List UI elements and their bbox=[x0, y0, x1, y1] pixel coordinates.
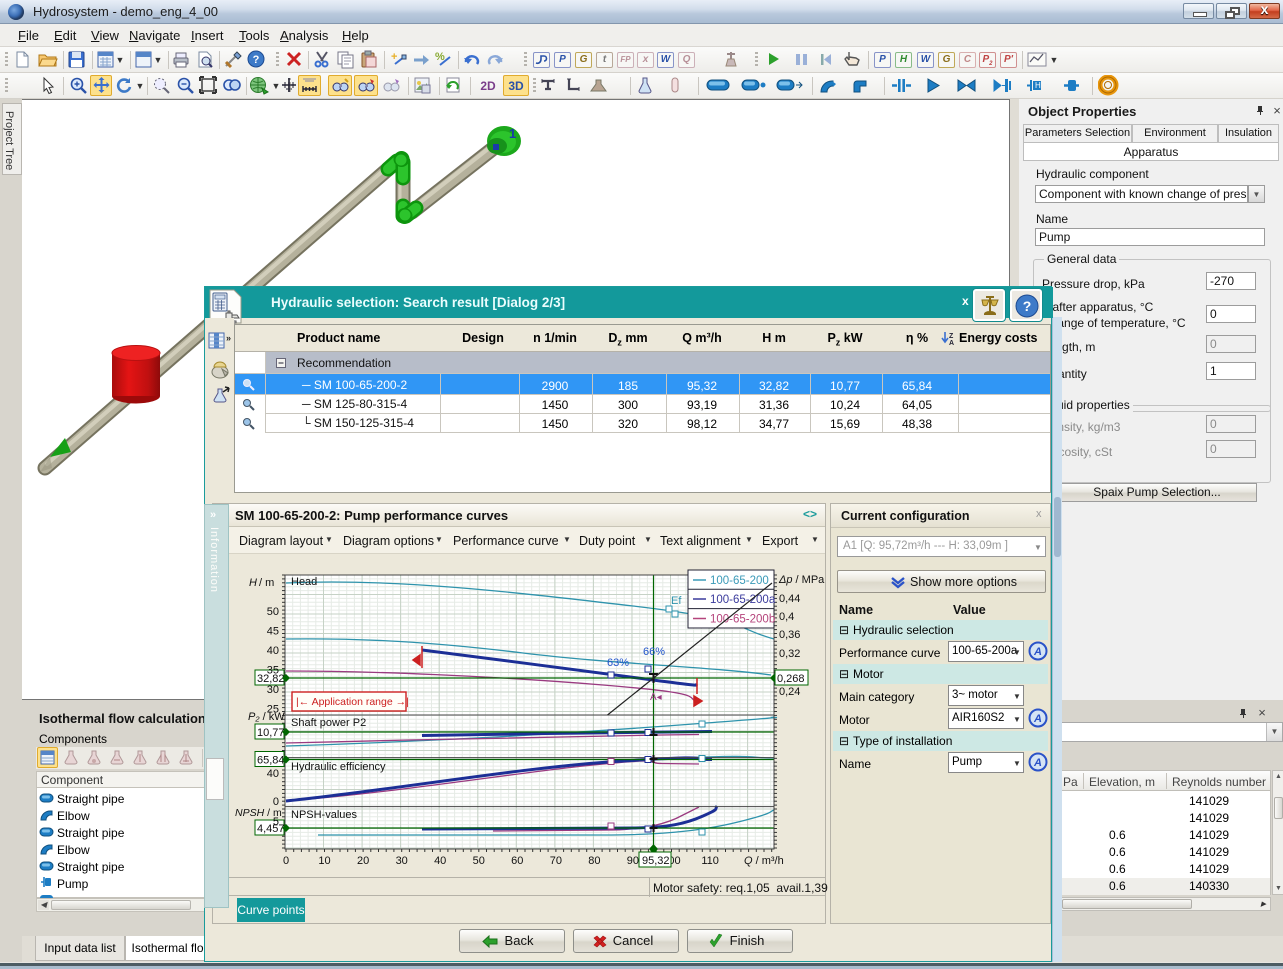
svg-text:H: H bbox=[249, 577, 257, 589]
svg-text:Z: Z bbox=[949, 333, 954, 340]
svg-text:0,4: 0,4 bbox=[779, 611, 794, 623]
svg-text:0,268: 0,268 bbox=[777, 673, 805, 685]
svg-text:50: 50 bbox=[267, 606, 279, 618]
svg-text:10: 10 bbox=[318, 855, 330, 867]
svg-text:NPSH / m: NPSH / m bbox=[235, 807, 282, 819]
svg-text:?: ? bbox=[253, 54, 260, 66]
svg-text:A: A bbox=[949, 340, 954, 346]
svg-text:30: 30 bbox=[267, 684, 279, 696]
svg-text:Ef: Ef bbox=[671, 595, 682, 607]
svg-text:65,84: 65,84 bbox=[257, 755, 285, 767]
svg-text:90: 90 bbox=[627, 855, 639, 867]
svg-text:100-65-200: 100-65-200 bbox=[710, 575, 769, 587]
svg-text:A: A bbox=[1033, 757, 1042, 769]
svg-text:66%: 66% bbox=[643, 646, 665, 658]
svg-text:35: 35 bbox=[267, 665, 279, 677]
svg-text:Δp / MPa: Δp / MPa bbox=[778, 574, 825, 586]
svg-text:?: ? bbox=[1023, 298, 1032, 314]
svg-text:10,77: 10,77 bbox=[257, 727, 285, 739]
svg-text:80: 80 bbox=[588, 855, 600, 867]
svg-text:Shaft power P2: Shaft power P2 bbox=[291, 717, 366, 729]
svg-text:A◂: A◂ bbox=[650, 692, 662, 703]
svg-text:1: 1 bbox=[509, 126, 516, 141]
svg-text:20: 20 bbox=[357, 855, 369, 867]
svg-text:110: 110 bbox=[701, 855, 719, 867]
svg-text:50: 50 bbox=[473, 855, 485, 867]
svg-text:H: H bbox=[1035, 81, 1041, 90]
svg-text:0,44: 0,44 bbox=[779, 593, 800, 605]
svg-text:Q / m³/h: Q / m³/h bbox=[744, 855, 784, 867]
svg-text:0,24: 0,24 bbox=[779, 686, 800, 698]
svg-text:70: 70 bbox=[550, 855, 562, 867]
svg-text:45: 45 bbox=[267, 626, 279, 638]
svg-text:A: A bbox=[1033, 713, 1042, 725]
svg-text:60: 60 bbox=[511, 855, 523, 867]
svg-text:0,32: 0,32 bbox=[779, 648, 800, 660]
svg-text:0: 0 bbox=[283, 855, 289, 867]
svg-text:95,32: 95,32 bbox=[642, 855, 670, 867]
svg-text:100-65-200a: 100-65-200a bbox=[710, 594, 776, 606]
svg-text:40: 40 bbox=[267, 768, 279, 780]
svg-text:|← Application range →|: |← Application range →| bbox=[296, 696, 409, 708]
svg-text:30: 30 bbox=[396, 855, 408, 867]
svg-text:63%: 63% bbox=[607, 657, 629, 669]
svg-text:40: 40 bbox=[267, 645, 279, 657]
svg-text:40: 40 bbox=[434, 855, 446, 867]
svg-text:/ m: / m bbox=[259, 577, 274, 589]
svg-text:Head: Head bbox=[291, 576, 317, 588]
svg-text:+: + bbox=[391, 51, 397, 63]
svg-text:A: A bbox=[1033, 646, 1042, 658]
svg-text:Hydraulic efficiency: Hydraulic efficiency bbox=[291, 761, 386, 773]
svg-text:100-65-200b: 100-65-200b bbox=[710, 614, 775, 626]
svg-text:NPSH-values: NPSH-values bbox=[291, 809, 358, 821]
svg-text:P₂ / kW: P₂ / kW bbox=[248, 711, 285, 723]
svg-text:0,36: 0,36 bbox=[779, 629, 800, 641]
svg-text:4,457: 4,457 bbox=[257, 823, 285, 835]
